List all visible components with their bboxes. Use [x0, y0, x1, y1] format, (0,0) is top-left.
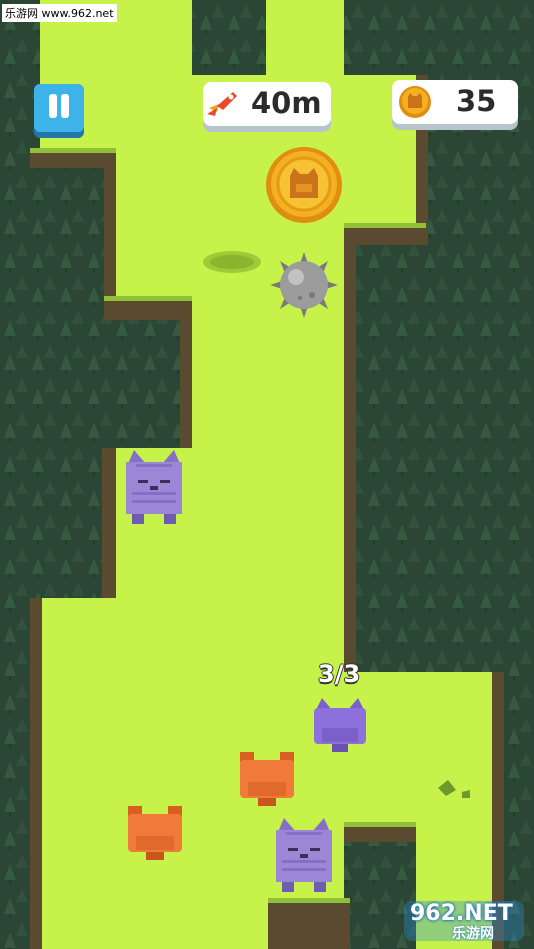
coin-pickup: [266, 147, 342, 223]
orange-cat: [128, 806, 182, 860]
coin-panel: 35: [392, 80, 518, 124]
distance-panel: 40m: [203, 82, 331, 126]
watermark-site: 乐游网 www.962.net: [2, 4, 117, 22]
team-counter: 3/3: [318, 660, 361, 688]
pause-button[interactable]: [34, 84, 84, 132]
coin-count: 35: [456, 84, 497, 118]
rocket-icon: [207, 92, 237, 116]
distance-value: 40m: [251, 86, 322, 120]
orange-cat: [240, 752, 294, 806]
watermark-logo: 962.NET 乐游网: [402, 899, 526, 943]
game-board: [0, 0, 534, 949]
coin-icon: [399, 86, 431, 118]
